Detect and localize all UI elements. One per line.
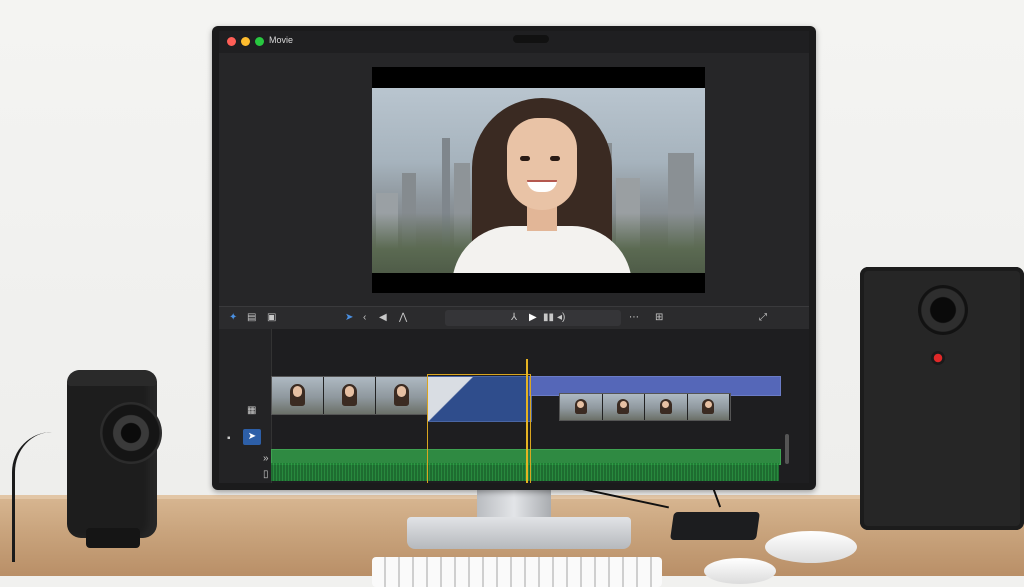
- webcam-cable: [12, 432, 75, 562]
- screen: Movie ✦ ▤ ▣ ➤ ‹ ◀ ⋀ ⅄ ▶ ▮▮ ◂) ⋯ ⊞ ⤢ ▦ ▪ …: [219, 31, 809, 483]
- audio-icon[interactable]: ⋀: [399, 312, 407, 324]
- track-lock-icon[interactable]: ▪: [227, 433, 231, 445]
- mouse: [765, 531, 857, 563]
- trim-icon[interactable]: ‹: [363, 312, 366, 324]
- timeline-sidebar: ▦ ▪ ➤ » ▯: [219, 329, 272, 483]
- magic-wand-icon[interactable]: ✦: [229, 312, 237, 324]
- video-clip-right[interactable]: [559, 393, 731, 421]
- share-icon[interactable]: ⊞: [655, 312, 663, 324]
- speaker-woofer: [918, 285, 968, 335]
- webcam-base: [86, 528, 140, 548]
- timeline[interactable]: ▦ ▪ ➤ » ▯: [219, 329, 809, 483]
- video-frame: [372, 88, 705, 273]
- transport-controls: ⅄ ▶ ▮▮ ◂): [445, 310, 621, 326]
- monitor-stand-base: [407, 517, 631, 549]
- play-icon[interactable]: ▶: [529, 312, 537, 324]
- webcam-lens: [100, 402, 162, 464]
- playhead[interactable]: [526, 359, 528, 483]
- video-clip-left[interactable]: [271, 376, 429, 415]
- select-tool-button[interactable]: ➤: [243, 429, 261, 445]
- title-bar: Movie: [219, 31, 809, 53]
- webcam-top: [67, 370, 157, 386]
- minimize-button[interactable]: [241, 37, 250, 46]
- video-preview[interactable]: [372, 67, 705, 293]
- person-face: [507, 118, 577, 210]
- selection-box: [427, 374, 531, 483]
- track-toggle-icon[interactable]: ▦: [247, 405, 256, 417]
- fullscreen-icon[interactable]: ⤢: [759, 312, 767, 324]
- monitor: Movie ✦ ▤ ▣ ➤ ‹ ◀ ⋀ ⅄ ▶ ▮▮ ◂) ⋯ ⊞ ⤢ ▦ ▪ …: [212, 26, 816, 490]
- camera-notch: [513, 35, 549, 43]
- maximize-button[interactable]: [255, 37, 264, 46]
- media-browser-icon[interactable]: ▣: [267, 312, 276, 324]
- library-icon[interactable]: ▤: [247, 312, 256, 324]
- usb-hub: [670, 512, 760, 540]
- keyboard: [372, 557, 662, 587]
- music-track-icon[interactable]: ▯: [263, 469, 269, 481]
- more-icon[interactable]: ⋯: [629, 312, 639, 324]
- volume-icon[interactable]: ◂): [557, 312, 565, 324]
- mouse-secondary: [704, 558, 776, 584]
- skip-back-icon[interactable]: ⅄: [511, 312, 517, 324]
- app-title: Movie: [269, 35, 294, 45]
- toolbar: ✦ ▤ ▣ ➤ ‹ ◀ ⋀ ⅄ ▶ ▮▮ ◂) ⋯ ⊞ ⤢: [219, 306, 809, 329]
- pause-frames-icon[interactable]: ▮▮: [543, 312, 554, 324]
- audio-track-icon[interactable]: »: [263, 453, 269, 465]
- speaker-led: [931, 351, 945, 365]
- close-button[interactable]: [227, 37, 236, 46]
- back-icon[interactable]: ◀: [379, 312, 387, 324]
- select-arrow-icon[interactable]: ➤: [345, 312, 353, 324]
- timeline-scrollbar[interactable]: [785, 434, 789, 464]
